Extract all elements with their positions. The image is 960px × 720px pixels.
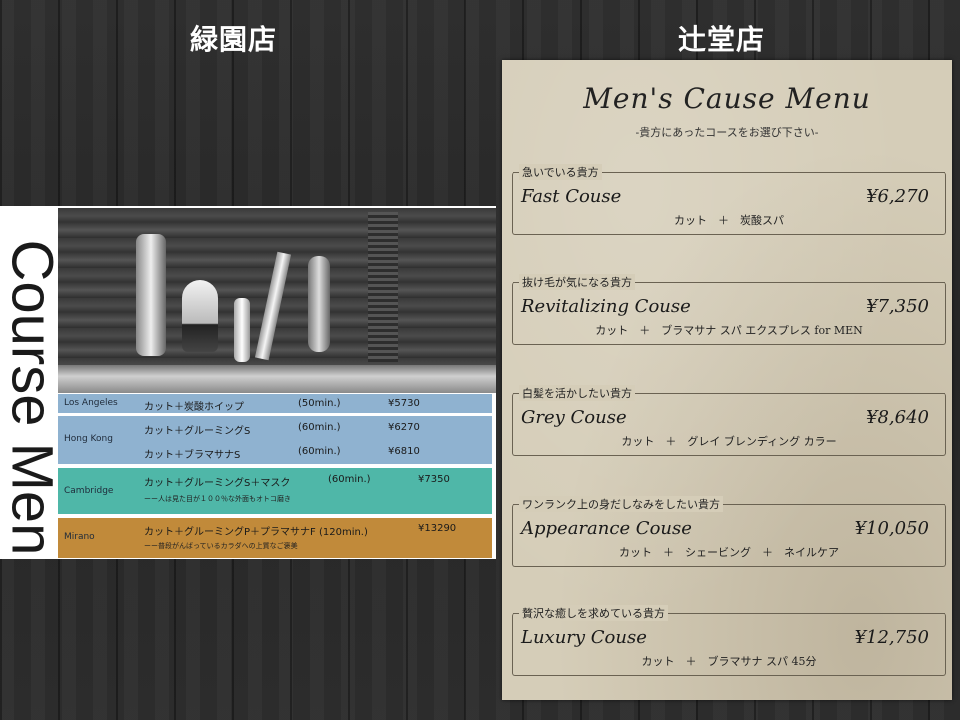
course-description: カット ＋ 炭酸スパ [674,214,784,227]
course-label: ワンランク上の身だしなみをしたい貴方 [519,496,723,512]
course-card-luxury: 贅沢な癒しを求めている貴方 Luxury Couse ¥12,750 カット ＋… [512,605,946,676]
course-city: Los Angeles [64,398,118,408]
course-line: カット＋ブラマサナS [144,450,241,461]
vertical-title: Course Menu [0,206,56,559]
course-name: Grey Couse [521,407,627,428]
razor-image [254,251,292,361]
menu-title: Men's Cause Menu [583,82,871,115]
course-price: ¥8,640 [866,407,929,428]
shaving-brush-image [182,280,218,352]
scissors-image [308,256,330,352]
course-city: Mirano [64,532,95,542]
course-name: Luxury Couse [521,627,647,648]
course-line: カット＋グルーミングP＋プラマサナF (120min.) [144,527,368,538]
course-label: 贅沢な癒しを求めている貴方 [519,605,668,621]
course-name: Revitalizing Couse [521,296,691,317]
course-card-grey: 白髪を活かしたい貴方 Grey Couse ¥8,640 カット ＋ グレイ ブ… [512,385,946,456]
course-line: カット＋炭酸ホイップ [144,402,244,413]
course-row-los-angeles: Los Angeles カット＋炭酸ホイップ (50min.) ¥5730 [58,394,492,413]
store-title-tsujido: 辻堂店 [678,23,766,56]
store-title-ryokuen: 緑園店 [190,23,278,56]
course-duration: (60min.) [298,446,341,457]
course-price: ¥10,050 [854,518,929,539]
course-label: 抜け毛が気になる貴方 [519,274,635,290]
course-description: カット ＋ グレイ ブレンディング カラー [621,435,837,448]
course-line: カット＋グルーミングS [144,426,251,437]
course-card-fast: 急いでいる貴方 Fast Couse ¥6,270 カット ＋ 炭酸スパ [512,164,946,235]
course-line: カット＋グルーミングS＋マスク [144,478,291,489]
course-price: ¥5730 [388,398,420,409]
course-label: 白髪を活かしたい貴方 [519,385,635,401]
course-name: Fast Couse [521,186,622,207]
course-price: ¥7,350 [866,296,929,317]
course-row-hong-kong: Hong Kong カット＋グルーミングS (60min.) ¥6270 カット… [58,416,492,464]
course-row-cambridge: Cambridge カット＋グルーミングS＋マスク (60min.) ¥7350… [58,468,492,514]
course-city: Cambridge [64,486,114,496]
course-tagline: ーー人は見た目が１００％な外面もオトコ磨き [144,495,291,503]
course-row-mirano: Mirano カット＋グルーミングP＋プラマサナF (120min.) ¥132… [58,518,492,558]
course-name: Appearance Couse [521,518,692,539]
course-duration: (60min.) [328,474,371,485]
course-tagline: ーー普段がんばっているカラダへの上質なご褒美 [144,542,298,550]
course-card-revitalizing: 抜け毛が気になる貴方 Revitalizing Couse ¥7,350 カット… [512,274,946,345]
course-price: ¥6810 [388,446,420,457]
menu-subtitle: -貴方にあったコースをお選び下さい- [635,126,819,139]
course-city: Hong Kong [64,434,113,444]
course-price: ¥6270 [388,422,420,433]
bottle-opener-image [234,298,250,362]
course-duration: (50min.) [298,398,341,409]
clipper-image [136,234,166,356]
course-price: ¥7350 [418,474,450,485]
course-price: ¥6,270 [866,186,929,207]
course-label: 急いでいる貴方 [519,164,602,180]
vertical-title-text: Course Menu [0,239,56,560]
course-card-appearance: ワンランク上の身だしなみをしたい貴方 Appearance Couse ¥10,… [512,496,946,567]
barber-tools-photo [58,208,496,393]
course-price: ¥13290 [418,523,457,534]
tsujido-menu-panel: Men's Cause Menu -貴方にあったコースをお選び下さい- 急いでい… [502,60,952,700]
comb-image [368,212,398,362]
course-price: ¥12,750 [854,627,929,648]
course-description: カット ＋ ブラマサナ スパ エクスプレス for MEN [595,324,863,337]
course-description: カット ＋ シェービング ＋ ネイルケア [619,546,839,559]
ryokuen-course-card: Course Menu Los Angeles カット＋炭酸ホイップ (50mi… [0,206,496,559]
course-description: カット ＋ ブラマサナ スパ 45分 [641,655,817,668]
course-duration: (60min.) [298,422,341,433]
